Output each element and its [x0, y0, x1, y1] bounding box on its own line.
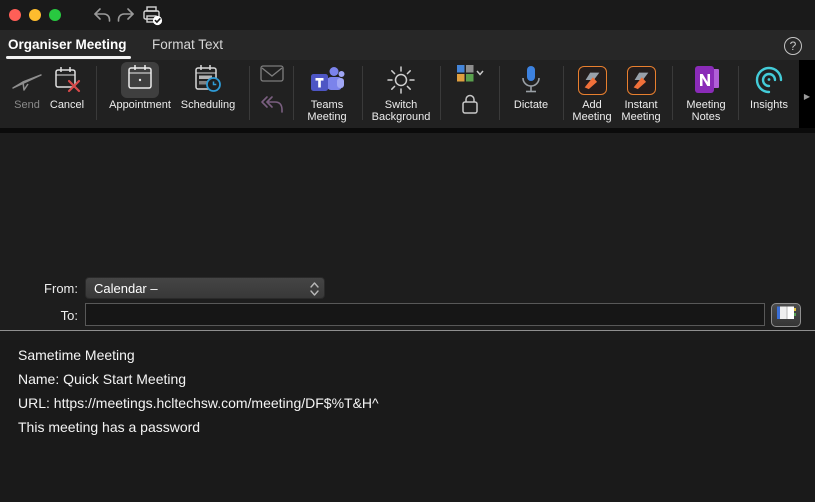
- active-tab-underline: [6, 56, 131, 59]
- ribbon-overflow-button[interactable]: ▶: [799, 60, 815, 133]
- teams-icon: [298, 60, 356, 100]
- categorize-icon[interactable]: [456, 65, 484, 88]
- from-value: Calendar –: [94, 281, 158, 296]
- ribbon: Send Cancel: [0, 60, 815, 128]
- scheduling-button[interactable]: Scheduling: [177, 60, 239, 128]
- ribbon-separator: [738, 66, 739, 120]
- add-meeting-button[interactable]: Add Meeting: [568, 60, 616, 128]
- meeting-form: From: Calendar – To: Subject:: [0, 133, 815, 330]
- meeting-body-editor[interactable]: Sametime Meeting Name: Quick Start Meeti…: [0, 331, 815, 502]
- from-label: From:: [0, 281, 78, 296]
- cancel-calendar-icon: [44, 60, 90, 100]
- ribbon-overflow-arrow-icon: ▶: [804, 92, 810, 101]
- body-line-password: This meeting has a password: [18, 419, 200, 435]
- insights-icon: [742, 60, 796, 100]
- ribbon-separator: [440, 66, 441, 120]
- zoom-window-button[interactable]: [49, 9, 61, 21]
- cancel-button[interactable]: Cancel: [44, 60, 90, 128]
- minimize-window-button[interactable]: [29, 9, 41, 21]
- send-button[interactable]: Send: [8, 60, 46, 128]
- lock-icon[interactable]: [460, 93, 480, 120]
- ribbon-separator: [672, 66, 673, 120]
- undo-icon[interactable]: [92, 6, 112, 29]
- body-line-title: Sametime Meeting: [18, 347, 135, 363]
- mail-icon[interactable]: [260, 65, 284, 88]
- stepper-icon: [310, 281, 319, 300]
- to-label: To:: [0, 308, 78, 323]
- tab-format-text[interactable]: Format Text: [152, 30, 223, 60]
- onenote-icon: [678, 60, 734, 100]
- switch-background-button[interactable]: Switch Background: [368, 60, 434, 128]
- dictate-button[interactable]: Dictate: [504, 60, 558, 128]
- appointment-calendar-icon: [126, 64, 154, 97]
- ribbon-separator: [249, 66, 250, 120]
- ribbon-separator: [563, 66, 564, 120]
- print-check-icon[interactable]: [141, 5, 163, 31]
- address-book-icon: [776, 305, 797, 326]
- from-calendar-select[interactable]: Calendar –: [85, 277, 325, 299]
- body-line-name: Name: Quick Start Meeting: [18, 371, 186, 387]
- body-line-url: URL: https://meetings.hcltechsw.com/meet…: [18, 395, 379, 411]
- close-window-button[interactable]: [9, 9, 21, 21]
- help-icon[interactable]: ?: [784, 37, 802, 55]
- ribbon-separator: [293, 66, 294, 120]
- mail-reply-group: [256, 60, 288, 120]
- sametime-instant-meeting-icon: [627, 66, 656, 95]
- ribbon-separator: [362, 66, 363, 120]
- categorize-permissions-group: [446, 60, 494, 120]
- redo-icon[interactable]: [116, 6, 136, 29]
- ribbon-separator: [499, 66, 500, 120]
- sun-icon: [368, 60, 434, 100]
- dictate-mic-icon: [504, 60, 558, 100]
- meeting-notes-button[interactable]: Meeting Notes: [678, 60, 734, 128]
- appointment-selected-highlight: [121, 62, 159, 98]
- reply-all-icon[interactable]: [259, 95, 285, 120]
- ribbon-separator: [96, 66, 97, 120]
- sametime-add-meeting-icon: [578, 66, 607, 95]
- teams-meeting-button[interactable]: Teams Meeting: [298, 60, 356, 128]
- appointment-button[interactable]: Appointment: [102, 60, 178, 128]
- meeting-window: Organiser Meeting Format Text ? Send: [0, 0, 815, 502]
- to-input[interactable]: [85, 303, 765, 326]
- to-address-book-button[interactable]: [771, 303, 801, 327]
- insights-button[interactable]: Insights: [742, 60, 796, 128]
- scheduling-clock-icon: [177, 60, 239, 100]
- instant-meeting-button[interactable]: Instant Meeting: [615, 60, 667, 128]
- send-icon: [8, 60, 46, 100]
- titlebar: [0, 0, 815, 30]
